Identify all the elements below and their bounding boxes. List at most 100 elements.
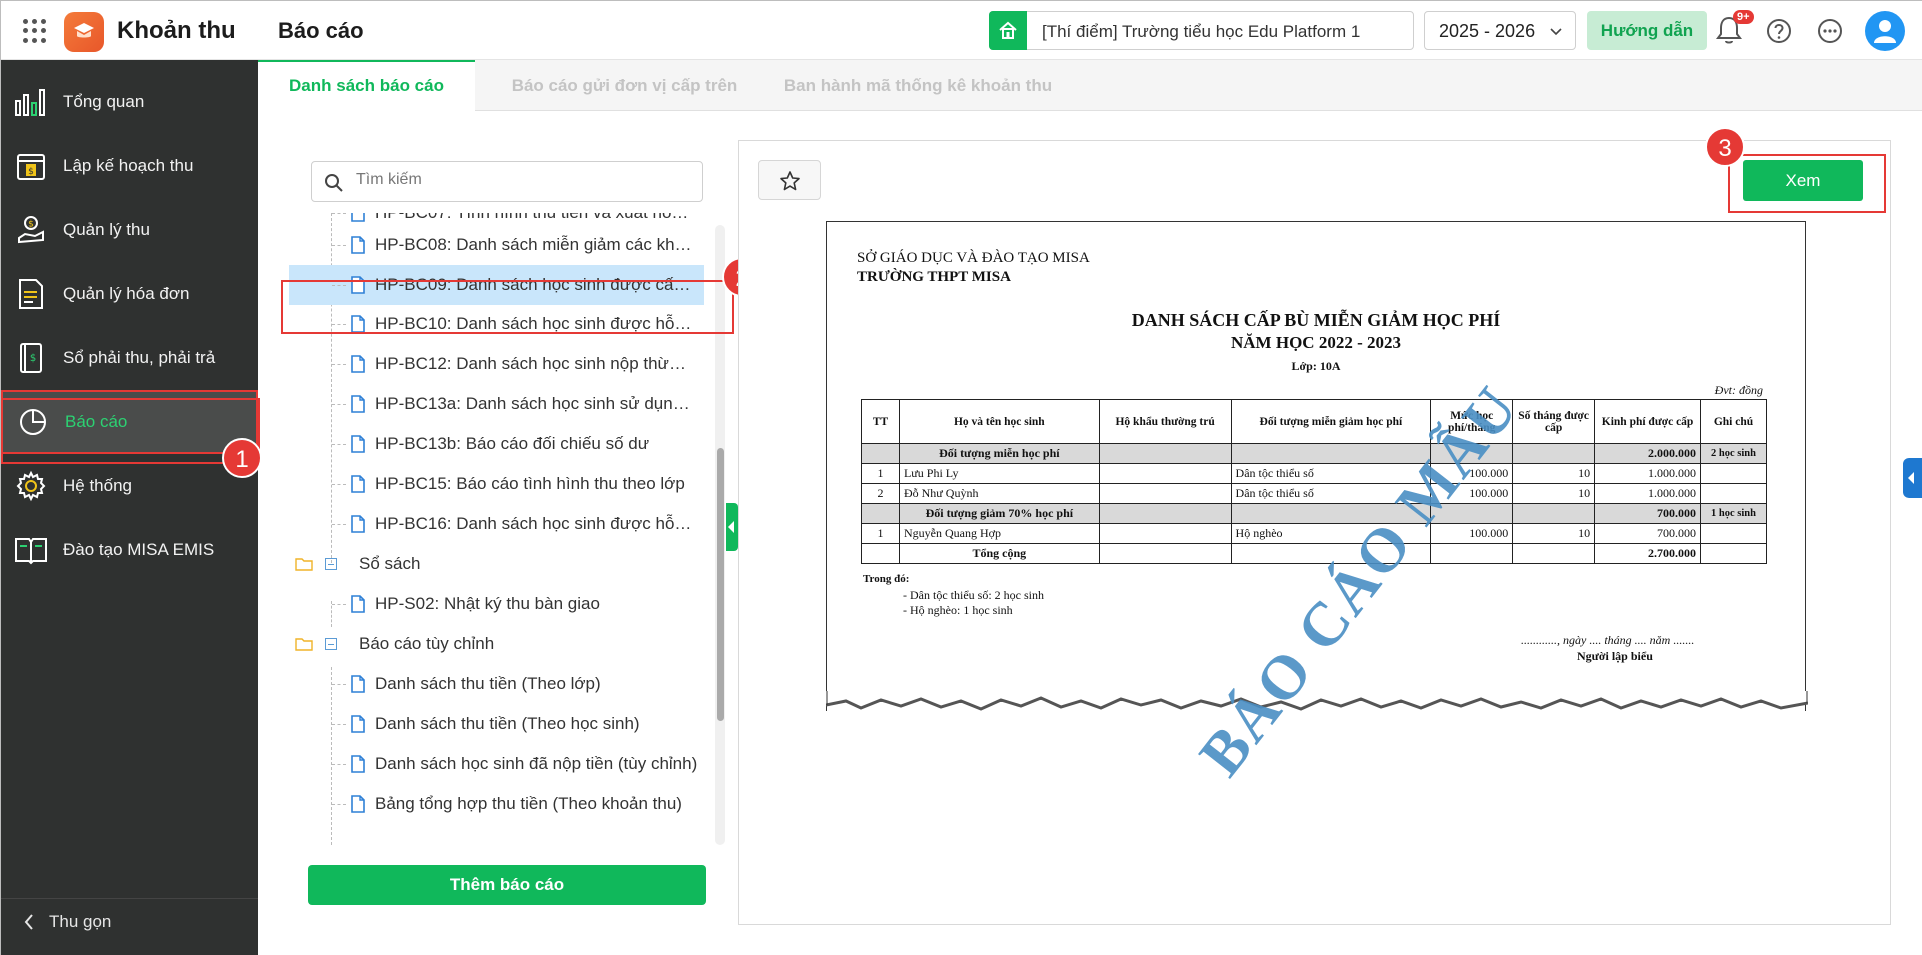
file-icon: [351, 675, 365, 693]
sidebar: Tổng quan $ Lập kế hoạch thu $ Quản lý t…: [1, 60, 258, 955]
chevron-down-icon: [1550, 28, 1562, 36]
group-note: 1 học sinh: [1700, 503, 1767, 524]
help-icon[interactable]: [1765, 17, 1793, 45]
tree-item-label: HP-BC13b: Báo cáo đối chiếu số dư: [375, 434, 650, 453]
cell: 10: [1512, 463, 1596, 484]
report-school: TRƯỜNG THPT MISA: [857, 269, 1011, 285]
step-marker-3: 3: [1705, 127, 1745, 167]
tree-item-report[interactable]: HP-BC12: Danh sách học sinh nộp thừa ti.…: [286, 346, 706, 382]
tree-item-report[interactable]: Danh sách học sinh đã nộp tiền (tùy chỉn…: [286, 746, 706, 782]
search-box[interactable]: [311, 161, 703, 202]
collapse-sidebar-button[interactable]: Thu gọn: [23, 912, 111, 932]
sidebar-divider: [1, 898, 258, 899]
tree-item-label: Danh sách thu tiền (Theo lớp): [375, 674, 601, 693]
report-department: SỞ GIÁO DỤC VÀ ĐÀO TẠO MISA: [857, 250, 1090, 266]
report-class: Lớp: 10A: [1291, 359, 1341, 373]
guide-button[interactable]: Hướng dẫn: [1587, 11, 1707, 50]
money-hand-icon: $: [13, 212, 49, 248]
group-label: Đối tượng miễn học phí: [898, 443, 1100, 464]
group-total: 2.000.000: [1594, 443, 1701, 464]
collapse-toggle-icon[interactable]: [325, 638, 337, 650]
tree-folder-label: Báo cáo tùy chỉnh: [359, 634, 495, 653]
home-icon: [989, 11, 1027, 50]
app-title: Khoản thu: [117, 17, 236, 44]
report-unit: Đvt: đồng: [1714, 383, 1763, 397]
school-name: [Thí điểm] Trường tiểu học Edu Platform …: [1042, 22, 1361, 41]
cell: [1700, 463, 1767, 484]
sidebar-item-overview[interactable]: Tổng quan: [1, 70, 258, 134]
tree-folder-books[interactable]: Sổ sách: [286, 546, 706, 582]
sidebar-item-collect[interactable]: $ Quản lý thu: [1, 198, 258, 262]
calendar-money-icon: $: [13, 148, 49, 184]
tree-folder-custom[interactable]: Báo cáo tùy chỉnh: [286, 626, 706, 662]
report-signer: Người lập biểu: [1577, 649, 1653, 663]
expand-right-panel-button[interactable]: [1903, 458, 1922, 498]
tree-item-report[interactable]: HP-BC16: Danh sách học sinh được hỗ tr..…: [286, 506, 706, 542]
table-row: 1 Nguyễn Quang Hợp Hộ nghèo 100.000 10 7…: [861, 523, 1767, 544]
tree-item-label: HP-BC12: Danh sách học sinh nộp thừa ti.…: [375, 354, 695, 373]
tree-item-report[interactable]: HP-BC15: Báo cáo tình hình thu theo lớp: [286, 466, 706, 502]
search-input[interactable]: [356, 171, 686, 189]
app-logo: [64, 12, 104, 52]
table-row: 2 Đỗ Như Quỳnh Dân tộc thiểu số 100.000 …: [861, 483, 1767, 504]
group-note: 2 học sinh: [1700, 443, 1767, 464]
cell: 1: [861, 463, 900, 484]
tree-item-label: HP-BC13a: Danh sách học sinh sử dụng ...: [375, 394, 695, 413]
chart-bars-icon: [13, 84, 49, 120]
file-icon: [351, 595, 365, 613]
tree-item-report[interactable]: Danh sách thu tiền (Theo lớp): [286, 666, 706, 702]
tree-item-report[interactable]: HP-BC13a: Danh sách học sinh sử dụng ...: [286, 386, 706, 422]
total-row: Tổng cộng 2.700.000: [861, 543, 1767, 564]
school-selector[interactable]: [Thí điểm] Trường tiểu học Edu Platform …: [989, 11, 1414, 50]
top-bar: Khoản thu Báo cáo [Thí điểm] Trường tiểu…: [1, 1, 1922, 60]
panel-splitter-handle[interactable]: [726, 503, 738, 551]
file-icon: [351, 355, 365, 373]
cell: [1098, 523, 1232, 544]
page-title: Báo cáo: [278, 18, 364, 43]
report-table: TT Họ và tên học sinh Hộ khẩu thường trú…: [861, 399, 1767, 564]
star-icon: [780, 171, 800, 191]
sidebar-item-label: Sổ phải thu, phải trả: [63, 348, 216, 367]
sidebar-item-plan[interactable]: $ Lập kế hoạch thu: [1, 134, 258, 198]
sidebar-item-training[interactable]: Đào tạo MISA EMIS: [1, 518, 258, 582]
cell: [1700, 483, 1767, 504]
sidebar-item-ledger[interactable]: $ Sổ phải thu, phải trả: [1, 326, 258, 390]
column-header: Hộ khẩu thường trú: [1098, 399, 1232, 444]
user-avatar[interactable]: [1865, 11, 1905, 51]
tab-report-to-superior[interactable]: Báo cáo gửi đơn vị cấp trên: [491, 60, 758, 111]
sidebar-item-label: Hệ thống: [63, 476, 132, 495]
highlight-box-reports: [1, 398, 260, 464]
apps-grid-icon[interactable]: [23, 19, 47, 43]
report-title: DANH SÁCH CẤP BÙ MIỄN GIẢM HỌC PHÍ: [1131, 310, 1501, 330]
collapse-toggle-icon[interactable]: [325, 558, 337, 570]
tree-item-report[interactable]: Bảng tổng hợp thu tiền (Theo khoản thu): [286, 786, 706, 822]
sidebar-item-label: Quản lý hóa đơn: [63, 284, 190, 303]
tree-item-label: Danh sách thu tiền (Theo học sinh): [375, 714, 640, 733]
tree-scrollbar-thumb[interactable]: [717, 448, 724, 721]
cell: [1098, 483, 1232, 504]
more-options-icon[interactable]: [1816, 17, 1844, 45]
sidebar-item-label: Quản lý thu: [63, 220, 150, 239]
tree-item-label: HP-S02: Nhật ký thu bàn giao: [375, 594, 600, 613]
tree-item-report[interactable]: HP-BC13b: Báo cáo đối chiếu số dư: [286, 426, 706, 462]
tree-item-report[interactable]: HP-S02: Nhật ký thu bàn giao: [286, 586, 706, 622]
group-row: Đối tượng miễn học phí 2.000.000 2 học s…: [861, 443, 1767, 464]
cell: 10: [1512, 483, 1596, 504]
sidebar-item-invoice[interactable]: Quản lý hóa đơn: [1, 262, 258, 326]
group-total: 700.000: [1594, 503, 1701, 524]
favorite-button[interactable]: [758, 160, 821, 200]
tab-issue-statistic-code[interactable]: Ban hành mã thống kê khoản thu: [768, 60, 1068, 111]
file-icon: [351, 435, 365, 453]
tree-item-report[interactable]: HP-BC08: Danh sách miễn giảm các kho...: [286, 227, 706, 263]
cell: 700.000: [1594, 523, 1701, 544]
cell: [1700, 523, 1767, 544]
view-button[interactable]: Xem: [1743, 160, 1863, 201]
report-tabs: Danh sách báo cáo Báo cáo gửi đơn vị cấp…: [258, 60, 1922, 111]
school-year-select[interactable]: 2025 - 2026: [1424, 11, 1576, 50]
file-icon: [351, 395, 365, 413]
tree-item-label: Bảng tổng hợp thu tiền (Theo khoản thu): [375, 794, 682, 813]
add-report-button[interactable]: Thêm báo cáo: [308, 865, 706, 905]
tab-report-list[interactable]: Danh sách báo cáo: [258, 60, 475, 111]
highlight-box-report-item: [281, 280, 734, 334]
tree-item-report[interactable]: Danh sách thu tiền (Theo học sinh): [286, 706, 706, 742]
